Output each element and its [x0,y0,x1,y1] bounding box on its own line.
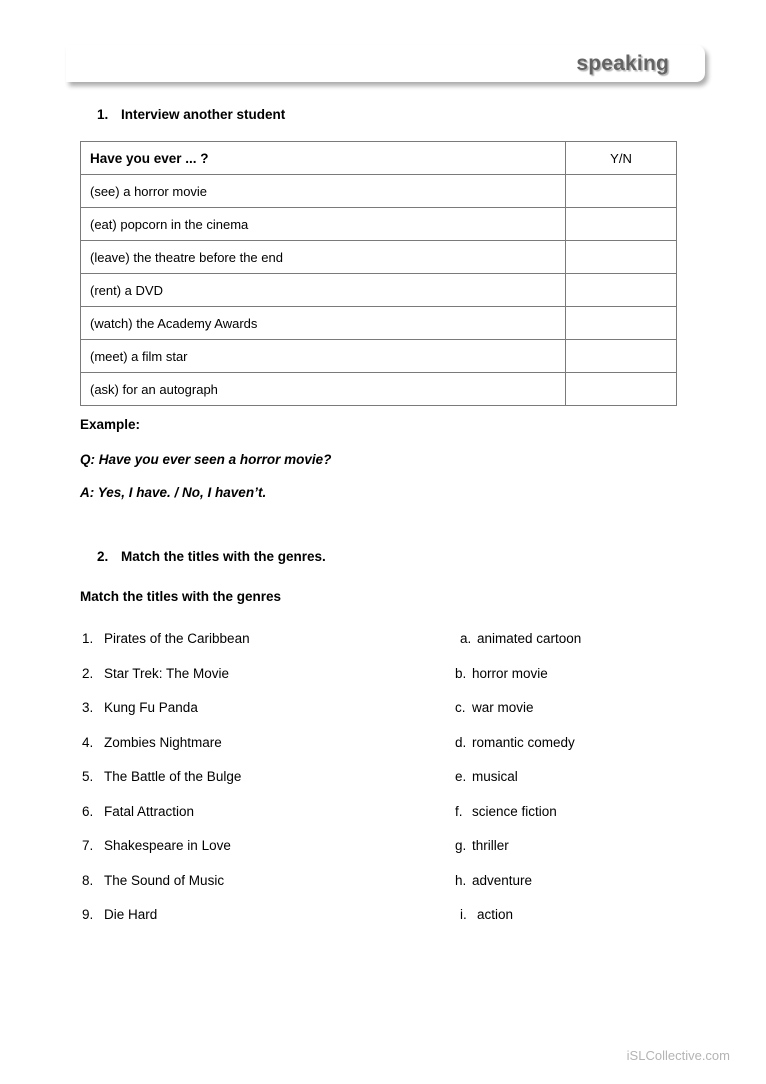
table-cell-answer[interactable] [565,174,677,208]
list-item-marker: 9. [82,907,94,922]
list-item-marker: h. [455,872,467,888]
table-row: (eat) popcorn in the cinema [80,207,677,241]
list-item-label: The Sound of Music [104,872,225,888]
list-item: 7. Shakespeare in Love [82,829,412,864]
table-row: (ask) for an autograph [80,372,677,406]
list-item-marker: 7. [82,838,94,853]
list-item: 6. Fatal Attraction [82,795,412,830]
list-item: a. animated cartoon [455,622,705,657]
list-item: 4. Zombies Nightmare [82,726,412,761]
interview-table-body: Have you ever ... ? Y/N (see) a horror m… [80,141,677,406]
table-row: (meet) a film star [80,339,677,373]
list-item-marker: c. [455,700,466,715]
list-item-marker: f. [455,803,463,819]
list-item-label: The Battle of the Bulge [104,769,242,784]
table-row: (see) a horror movie [80,174,677,208]
list-item-label: musical [472,769,518,784]
list-item-marker: 5. [82,769,94,784]
list-item: h. adventure [455,864,705,899]
match-subheading: Match the titles with the genres [80,589,282,604]
list-item-label: war movie [472,700,534,715]
example-label: Example: [80,417,141,432]
list-item: 9. Die Hard [82,898,412,933]
list-item: e. musical [455,760,705,795]
genres-list: a. animated cartoon b. horror movie c. war … [455,622,705,933]
interview-table: Have you ever ... ? Y/N (see) a horror m… [80,141,677,406]
list-item-marker: e. [455,769,467,784]
table-cell-answer[interactable] [565,339,677,373]
list-item: 3. Kung Fu Panda [82,691,412,726]
list-item-label: Shakespeare in Love [104,838,231,853]
footer-watermark: iSLCollective.com [626,1048,730,1063]
list-item-label: Die Hard [104,907,158,922]
table-cell-answer[interactable] [565,306,677,340]
list-item-label: horror movie [472,665,548,681]
list-item: i. action [455,898,705,933]
example-question: Q: Have you ever seen a horror movie? [80,452,332,467]
list-item: d. romantic comedy [455,726,705,761]
table-cell-answer[interactable] [565,240,677,274]
task-1-number: 1. [97,107,109,122]
table-cell-question: (see) a horror movie [80,174,566,208]
list-item-label: science fiction [472,803,557,819]
table-header-question: Have you ever ... ? [80,141,566,175]
list-item-label: thriller [472,838,509,853]
task-1-heading-label: Interview another student [121,107,286,122]
task-2-heading-label: Match the titles with the genres. [121,549,326,564]
table-cell-answer[interactable] [565,372,677,406]
list-item-marker: i. [460,907,467,922]
table-cell-question: (rent) a DVD [80,273,566,307]
list-item-label: romantic comedy [472,734,575,750]
list-item-label: Star Trek: The Movie [104,665,230,681]
table-row: (watch) the Academy Awards [80,306,677,340]
list-item-marker: d. [455,734,467,750]
table-cell-question: (ask) for an autograph [80,372,566,406]
table-cell-answer[interactable] [565,273,677,307]
list-item-label: adventure [472,872,533,888]
table-cell-question: (eat) popcorn in the cinema [80,207,566,241]
list-item-label: Kung Fu Panda [104,700,198,715]
table-row: (leave) the theatre before the end [80,240,677,274]
table-header-yn: Y/N [565,141,677,175]
list-item: b. horror movie [455,657,705,692]
list-item-label: Fatal Attraction [104,803,195,819]
list-item: 2. Star Trek: The Movie [82,657,412,692]
list-item: 5. The Battle of the Bulge [82,760,412,795]
table-cell-question: (leave) the theatre before the end [80,240,566,274]
table-header-row: Have you ever ... ? Y/N [80,141,677,175]
list-item: 8. The Sound of Music [82,864,412,899]
task-2-heading: 2. Match the titles with the genres. [97,549,326,564]
list-item: c. war movie [455,691,705,726]
titles-list: 1. Pirates of the Caribbean 2. Star Trek: … [82,622,412,933]
list-item-marker: a. [460,631,472,646]
table-cell-question: (meet) a film star [80,339,566,373]
header-banner: speaking [66,45,705,82]
list-item-label: action [477,907,514,922]
table-row: (rent) a DVD [80,273,677,307]
list-item-marker: 6. [82,803,94,819]
list-item-marker: 3. [82,700,94,715]
list-item-marker: 4. [82,734,94,750]
list-item-label: Zombies Nightmare [104,734,222,750]
list-item: f. science fiction [455,795,705,830]
list-item-marker: 8. [82,872,94,888]
example-answer: A: Yes, I have. / No, I haven’t. [80,485,267,500]
list-item-marker: g. [455,838,467,853]
list-item-marker: 2. [82,665,94,681]
list-item: g. thriller [455,829,705,864]
list-item: 1. Pirates of the Caribbean [82,622,412,657]
task-2-number: 2. [97,549,109,564]
list-item-label: animated cartoon [477,631,582,646]
task-1-heading: 1. Interview another student [97,107,285,122]
banner-title: speaking [576,51,669,75]
list-item-label: Pirates of the Caribbean [104,631,250,646]
table-cell-question: (watch) the Academy Awards [80,306,566,340]
list-item-marker: b. [455,665,467,681]
list-item-marker: 1. [82,631,94,646]
table-cell-answer[interactable] [565,207,677,241]
